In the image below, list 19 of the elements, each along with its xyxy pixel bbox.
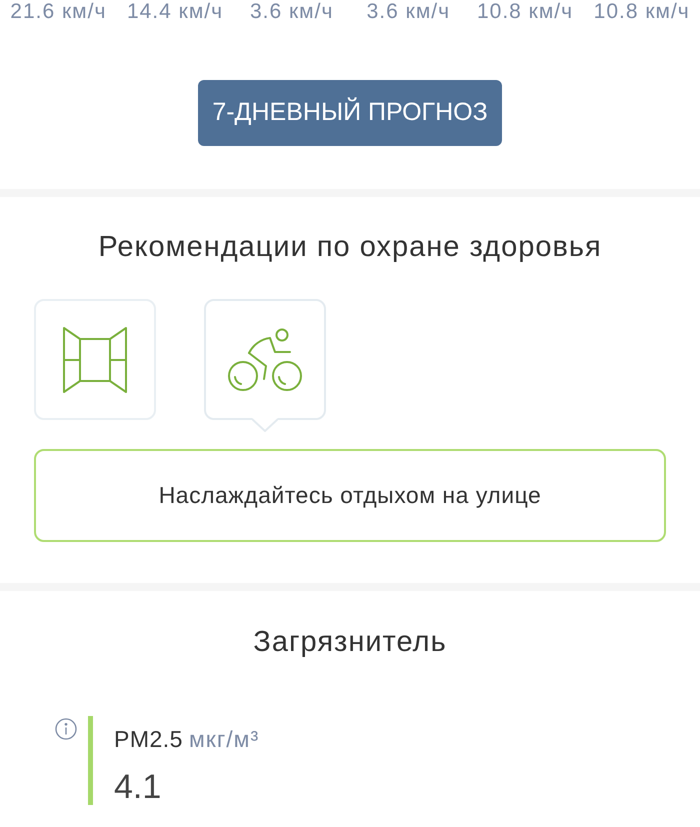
pollutant-name: PM2.5 [114,726,183,752]
wind-speed: 3.6 км/ч [250,0,334,22]
section-title: Рекомендации по охране здоровья [98,230,602,264]
info-icon[interactable] [55,718,77,740]
wind-speed: 3.6 км/ч [366,0,450,22]
activity-card[interactable] [204,299,326,420]
pointer-icon [252,418,278,432]
pollutant-unit: мкг/м³ [188,726,260,752]
cyclist-icon [227,328,303,392]
advice-text: Наслаждайтесь отдыхом на улице [158,481,542,510]
wind-speed: 14.4 км/ч [126,0,224,22]
activity-card[interactable] [34,299,156,420]
wind-speed: 21.6 км/ч [10,0,106,22]
forecast-button[interactable]: 7-ДНЕВНЫЙ ПРОГНОЗ [198,80,502,146]
section-title: Загрязнитель [253,625,447,659]
wind-speed: 10.8 км/ч [476,0,574,22]
window-icon [62,326,128,394]
pollutant-value: 4.1 [114,768,162,806]
wind-speed: 10.8 км/ч [594,0,690,22]
